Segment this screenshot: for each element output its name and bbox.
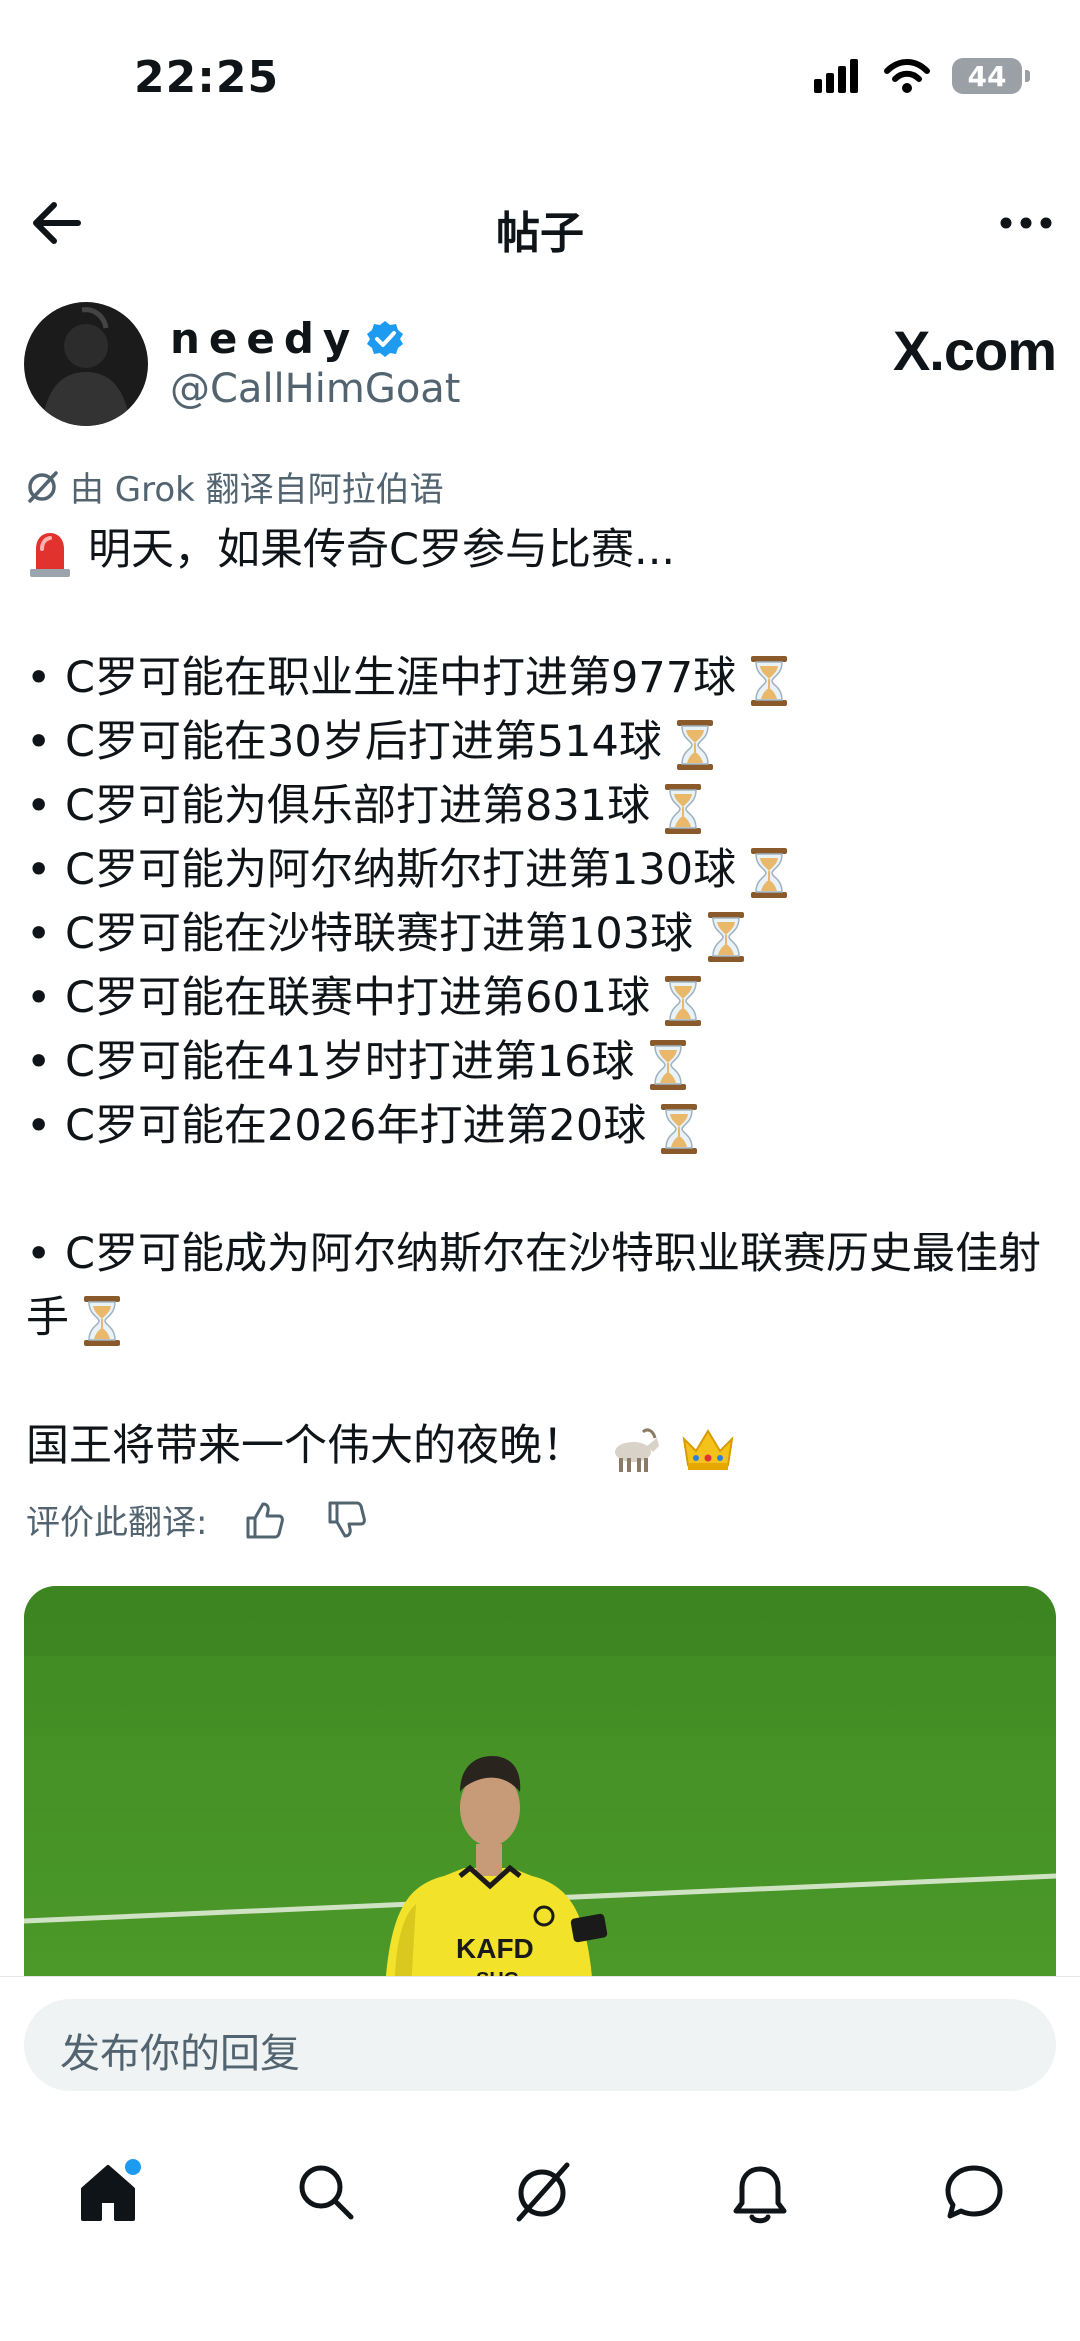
list-item: • C罗可能在2026年打进第20球 [26,1094,1056,1158]
hourglass-icon [660,975,706,1027]
thumbs-up-icon[interactable] [243,1498,287,1542]
cellular-signal-icon [814,59,858,93]
hourglass-icon [746,655,792,707]
author-handle[interactable]: @CallHimGoat [170,366,461,412]
wifi-icon [884,59,930,93]
post-closing-text: 国王将带来一个伟大的夜晚！ [26,1421,585,1471]
status-icons: 44 [814,58,1030,94]
list-item: • C罗可能成为阿尔纳斯尔在沙特职业联赛历史最佳射手 [26,1222,1056,1350]
hourglass-icon [79,1295,125,1347]
hourglass-icon [703,911,749,963]
hourglass-icon [660,783,706,835]
post-intro: 明天，如果传奇C罗参与比赛... [26,518,1056,582]
post-author: needy @CallHimGoat X.com [24,302,1057,432]
list-item-text: • C罗可能为阿尔纳斯尔打进第130球 [26,845,737,895]
list-item: • C罗可能为俱乐部打进第831球 [26,774,1056,838]
tab-search[interactable] [286,2152,366,2232]
list-item: • C罗可能在沙特联赛打进第103球 [26,902,1056,966]
tab-messages[interactable] [934,2152,1014,2232]
list-item-text: • C罗可能在职业生涯中打进第977球 [26,653,737,703]
grok-icon [516,2162,570,2222]
list-item-text: • C罗可能在30岁后打进第514球 [26,717,662,767]
goat-icon [614,1428,659,1472]
list-item-text: • C罗可能在2026年打进第20球 [26,1101,647,1151]
list-item: • C罗可能为阿尔纳斯尔打进第130球 [26,838,1056,902]
list-item: • C罗可能在联赛中打进第601球 [26,966,1056,1030]
list-item-text: • C罗可能成为阿尔纳斯尔在沙特职业联赛历史最佳射手 [26,1229,1042,1343]
page-title: 帖子 [496,208,584,259]
bottom-tab-bar [0,2126,1080,2341]
post-header: 帖子 [0,175,1080,271]
hourglass-icon [746,847,792,899]
crown-icon [682,1428,734,1470]
avatar[interactable] [24,302,148,426]
hourglass-icon [645,1039,691,1091]
list-item: • C罗可能在职业生涯中打进第977球 [26,646,1056,710]
list-item: • C罗可能在30岁后打进第514球 [26,710,1056,774]
tab-notifications[interactable] [720,2152,800,2232]
x-com-badge: X.com [892,319,1057,382]
post-content: 明天，如果传奇C罗参与比赛... • C罗可能在职业生涯中打进第977球 • C… [26,518,1056,1478]
author-name[interactable]: needy [170,314,405,363]
translation-note[interactable]: 由 Grok 翻译自阿拉伯语 [24,462,444,511]
rate-translation-label: 评价此翻译: [26,1503,208,1543]
list-item: • C罗可能在41岁时打进第16球 [26,1030,1056,1094]
hourglass-icon [672,719,718,771]
battery-icon: 44 [952,58,1030,94]
list-item-text: • C罗可能在联赛中打进第601球 [26,973,651,1023]
tab-grok[interactable] [502,2152,582,2232]
tab-home[interactable] [68,2152,148,2232]
reply-bar: 发布你的回复 [0,1976,1080,2127]
hourglass-icon [656,1103,702,1155]
rotating-light-icon [30,532,70,577]
list-item-text: • C罗可能在41岁时打进第16球 [26,1037,635,1087]
home-icon [81,2159,141,2221]
author-name-text: needy [170,314,360,363]
list-item-text: • C罗可能在沙特联赛打进第103球 [26,909,694,959]
grok-icon [28,470,58,503]
player-photo: KAFD SHG [24,1586,1056,2006]
status-time: 22:25 [134,52,280,103]
jersey-kafd-text: KAFD [456,1933,534,1964]
post-intro-text: 明天，如果传奇C罗参与比赛... [88,525,676,575]
reply-placeholder: 发布你的回复 [60,2031,300,2077]
status-bar: 22:25 44 [0,0,1080,150]
messages-icon [945,2165,1003,2219]
rate-translation: 评价此翻译: [26,1495,369,1544]
post-media-image[interactable]: KAFD SHG [24,1586,1056,2006]
post-closing: 国王将带来一个伟大的夜晚！ [26,1414,1056,1478]
verified-badge-icon [367,320,404,357]
list-item-text: • C罗可能为俱乐部打进第831球 [26,781,651,831]
translation-note-text: 由 Grok 翻译自阿拉伯语 [70,470,444,510]
thumbs-down-icon[interactable] [325,1498,369,1542]
search-icon [299,2165,354,2220]
reply-input[interactable]: 发布你的回复 [24,1999,1056,2091]
more-options-icon[interactable] [996,197,1056,249]
notifications-icon [733,2166,787,2224]
battery-level: 44 [967,59,1007,93]
